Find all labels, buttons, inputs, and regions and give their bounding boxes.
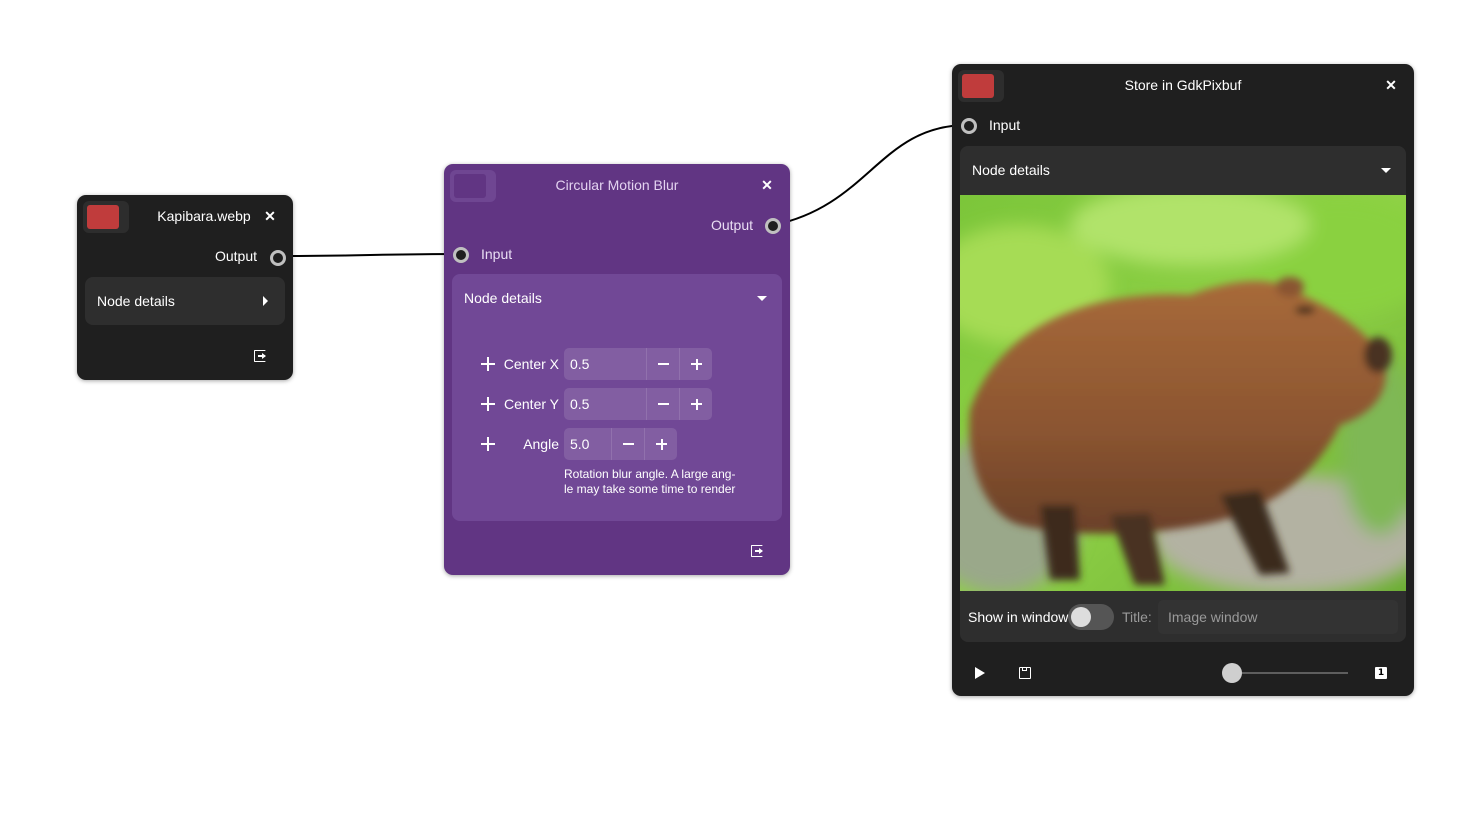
node-details-expander[interactable]: Node details — [85, 277, 285, 325]
play-icon[interactable] — [975, 667, 985, 679]
slider-knob[interactable] — [1222, 663, 1242, 683]
output-label: Output — [710, 217, 753, 233]
circular-motion-blur-node[interactable]: Circular Motion Blur ✕ Output Input Node… — [444, 164, 790, 575]
node-details-label: Node details — [97, 293, 175, 309]
output-port-row: Output — [711, 214, 753, 236]
spin-value[interactable]: 0.5 — [564, 388, 589, 420]
param-center-x: Center X 0.5 — [480, 348, 740, 380]
close-icon[interactable]: ✕ — [760, 178, 774, 192]
save-icon[interactable] — [1019, 667, 1031, 679]
param-label: Center Y — [504, 396, 559, 412]
input-label: Input — [481, 246, 513, 262]
spin-value[interactable]: 5.0 — [564, 428, 589, 460]
collapse-arrow-icon — [757, 296, 767, 301]
decrement-button[interactable] — [646, 388, 679, 420]
node-details-header[interactable]: Node details — [452, 274, 782, 322]
param-label: Angle — [523, 436, 559, 452]
close-icon[interactable]: ✕ — [263, 209, 277, 223]
output-port-row: Output — [215, 245, 257, 267]
expand-arrow-icon — [263, 296, 268, 306]
node-details-expander[interactable]: Node details Center X 0.5 Center Y 0.5 A… — [452, 274, 782, 521]
collapse-arrow-icon — [1381, 168, 1391, 173]
add-keyframe-icon[interactable] — [480, 396, 496, 412]
node-details-header[interactable]: Node details — [85, 277, 285, 325]
input-port-row: Input — [989, 114, 1020, 136]
image-source-node[interactable]: Kapibara.webp ✕ Output Node details — [77, 195, 293, 380]
export-icon[interactable] — [751, 545, 763, 557]
color-swatch — [87, 205, 119, 229]
output-port[interactable] — [765, 218, 781, 234]
node-header[interactable]: Store in GdkPixbuf ✕ — [952, 64, 1414, 106]
node-header[interactable]: Kapibara.webp ✕ — [77, 195, 293, 237]
decrement-button[interactable] — [611, 428, 644, 460]
node-details-header[interactable]: Node details — [960, 146, 1406, 194]
param-label: Center X — [503, 356, 559, 372]
page-icon[interactable]: 1 — [1375, 667, 1387, 679]
param-center-y: Center Y 0.5 — [480, 388, 740, 420]
window-title-input[interactable]: Image window — [1158, 600, 1398, 634]
wire-source-to-blur — [276, 253, 461, 257]
decrement-button[interactable] — [646, 348, 679, 380]
image-preview — [960, 195, 1406, 591]
export-icon[interactable] — [254, 350, 266, 362]
switch-knob — [1071, 607, 1091, 627]
input-port[interactable] — [453, 247, 469, 263]
center-y-spinbutton[interactable]: 0.5 — [564, 388, 712, 420]
wire-blur-to-sink — [773, 124, 969, 226]
input-label: Input — [989, 117, 1021, 133]
center-x-spinbutton[interactable]: 0.5 — [564, 348, 712, 380]
slider-track[interactable] — [1232, 672, 1348, 674]
input-port-row: Input — [481, 243, 512, 265]
output-port[interactable] — [270, 250, 286, 266]
node-title: Circular Motion Blur — [555, 177, 679, 193]
node-details-label: Node details — [464, 290, 542, 306]
param-angle: Angle 5.0 — [480, 428, 740, 460]
node-color-button[interactable] — [83, 201, 129, 233]
show-in-window-label: Show in window — [968, 609, 1069, 625]
node-title: Store in GdkPixbuf — [1124, 77, 1242, 93]
spin-value[interactable]: 0.5 — [564, 348, 589, 380]
show-in-window-switch[interactable] — [1068, 604, 1114, 630]
add-keyframe-icon[interactable] — [480, 356, 496, 372]
node-details-label: Node details — [972, 162, 1050, 178]
increment-button[interactable] — [679, 348, 712, 380]
node-header[interactable]: Circular Motion Blur ✕ — [444, 164, 790, 206]
title-label: Title: — [1122, 609, 1152, 625]
angle-spinbutton[interactable]: 5.0 — [564, 428, 677, 460]
angle-help-text: Rotation blur angle. A large ang- le may… — [564, 467, 735, 497]
close-icon[interactable]: ✕ — [1384, 78, 1398, 92]
input-port[interactable] — [961, 118, 977, 134]
store-pixbuf-node[interactable]: Store in GdkPixbuf ✕ Input Node details — [952, 64, 1414, 696]
help-line: Rotation blur angle. A large ang- — [564, 467, 736, 481]
increment-button[interactable] — [679, 388, 712, 420]
help-line: le may take some time to render — [564, 482, 736, 496]
increment-button[interactable] — [644, 428, 677, 460]
node-title: Kapibara.webp — [157, 208, 251, 224]
output-label: Output — [214, 248, 257, 264]
add-keyframe-icon[interactable] — [480, 436, 496, 452]
